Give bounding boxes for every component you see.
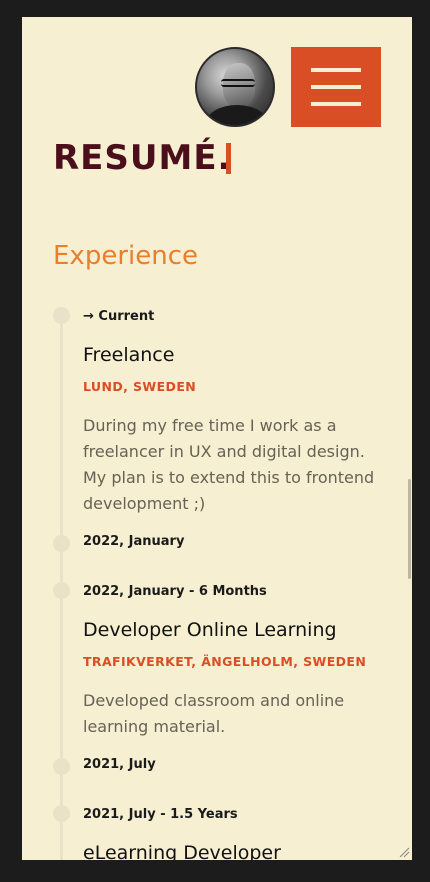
entry-description: During my free time I work as a freelanc… [83, 416, 375, 513]
timeline-dot [53, 535, 70, 552]
entry-start-date: 2022, January - 6 Months [83, 584, 267, 599]
timeline-dot [53, 582, 70, 599]
menu-button[interactable] [291, 47, 381, 127]
experience-heading: Experience [53, 241, 198, 271]
hamburger-icon-line [311, 102, 361, 106]
entry-title: Developer Online Learning [83, 619, 337, 641]
entry-title: eLearning Developer [83, 842, 281, 860]
entry-start-date: 2021, July - 1.5 Years [83, 807, 238, 822]
avatar-shoulder [205, 105, 269, 125]
entry-end-date: 2022, January [83, 534, 185, 549]
avatar[interactable] [195, 47, 275, 127]
resize-grip-icon[interactable] [398, 846, 410, 858]
timeline-dot [53, 307, 70, 324]
resume-page: RESUMÉ. Experience → Current Freelance L… [22, 17, 412, 860]
hamburger-icon-line [311, 85, 361, 89]
entry-description: Developed classroom and online learning … [83, 691, 345, 736]
entry-location: TRAFIKVERKET, ÄNGELHOLM, SWEDEN [83, 654, 367, 669]
hamburger-icon-line [311, 68, 361, 72]
page-title: RESUMÉ. [53, 138, 232, 178]
timeline-dot [53, 805, 70, 822]
title-cursor-bar [226, 143, 231, 174]
scrollbar[interactable] [408, 479, 411, 579]
entry-location: LUND, SWEDEN [83, 379, 197, 394]
avatar-glasses [221, 79, 255, 87]
timeline-dot [53, 758, 70, 775]
entry-title: Freelance [83, 344, 175, 366]
entry-start-date: → Current [83, 309, 155, 324]
entry-end-date: 2021, July [83, 757, 156, 772]
